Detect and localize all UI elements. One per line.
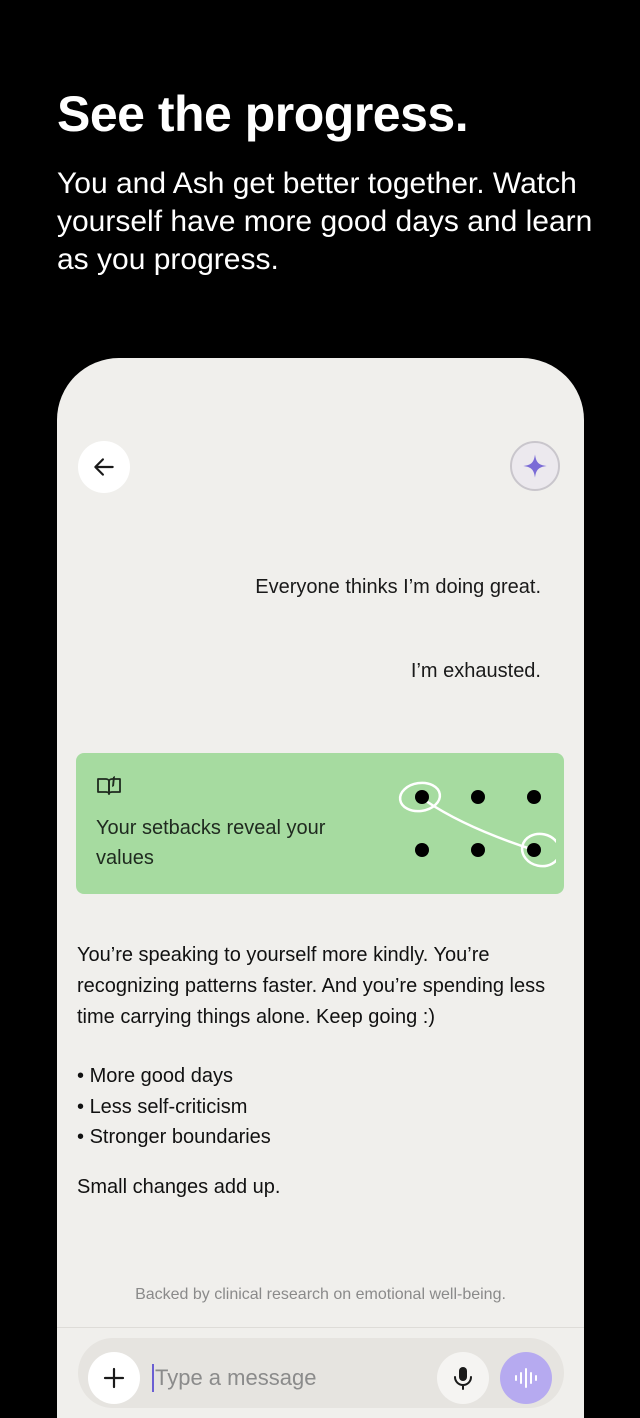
insight-text: Your setbacks reveal your values [96,817,326,869]
pattern-dots-graphic [398,781,556,868]
assistant-response: You’re speaking to yourself more kindly.… [77,944,546,1028]
user-message: Everyone thinks I’m doing great. [255,576,541,598]
hero-title: See the progress. [57,86,469,142]
sparkle-icon [523,454,547,478]
arrow-left-icon [94,458,114,476]
list-item: Less self-criticism [77,1092,271,1123]
add-attachment-button[interactable] [88,1352,140,1404]
message-input[interactable] [152,1364,417,1392]
closing-message: Small changes add up. [77,1176,281,1198]
composer-divider [57,1327,584,1328]
user-message: I’m exhausted. [410,660,541,682]
voice-mode-button[interactable] [500,1352,552,1404]
message-composer [78,1338,564,1408]
insight-card[interactable]: Your setbacks reveal your values [76,753,564,894]
waveform-icon [515,1368,537,1388]
microphone-button[interactable] [437,1352,489,1404]
phone-screen: Everyone thinks I’m doing great. I’m exh… [57,358,584,1418]
open-book-icon [97,776,121,795]
progress-list: More good days Less self-criticism Stron… [77,1061,271,1153]
hero-subtitle: You and Ash get better together. Watch y… [57,167,593,276]
assistant-button[interactable] [510,441,560,491]
research-footnote: Backed by clinical research on emotional… [135,1286,506,1303]
list-item: More good days [77,1061,271,1092]
plus-icon [103,1367,125,1389]
microphone-icon [454,1367,472,1390]
list-item: Stronger boundaries [77,1122,271,1153]
back-button[interactable] [78,441,130,493]
